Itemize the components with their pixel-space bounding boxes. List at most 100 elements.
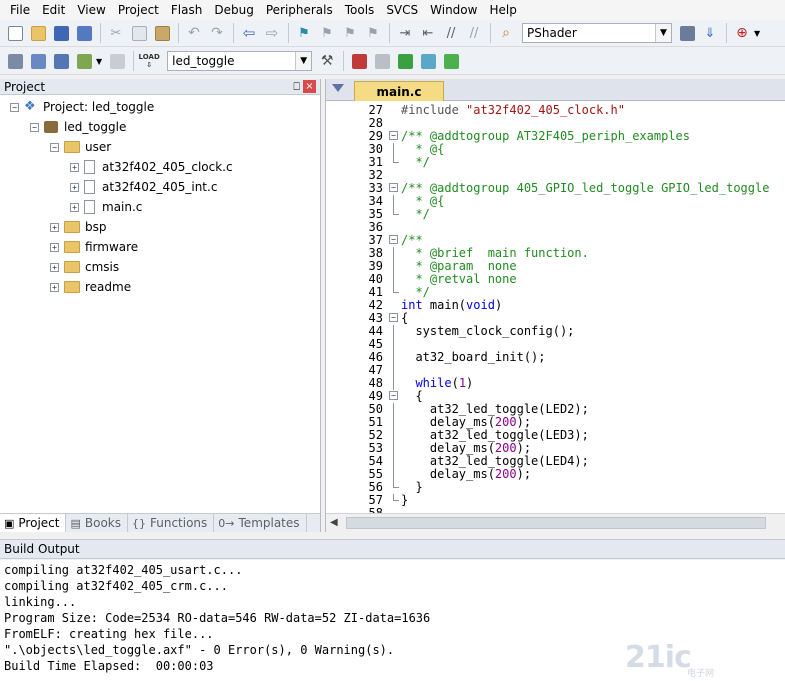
configure-button[interactable] bbox=[676, 22, 698, 44]
magnifier-icon: ⊕ bbox=[736, 25, 748, 41]
tree-item[interactable]: − user bbox=[50, 137, 111, 157]
indent-button[interactable]: ⇥ bbox=[394, 22, 416, 44]
insert-button[interactable]: ⇓ bbox=[699, 22, 721, 44]
tab-project[interactable]: ▣ Project bbox=[0, 514, 67, 532]
chevron-down-icon[interactable]: ▼ bbox=[295, 52, 312, 70]
tree-item[interactable]: + main.c bbox=[70, 197, 142, 217]
pack-installer-button[interactable] bbox=[394, 50, 416, 72]
next-bookmark-button[interactable]: ⚑ bbox=[339, 22, 361, 44]
new-file-button[interactable] bbox=[4, 22, 26, 44]
tree-item[interactable]: − ❖ Project: led_toggle bbox=[10, 97, 154, 117]
target-options-button[interactable]: ⚒ bbox=[316, 50, 338, 72]
code-area[interactable]: 27 #include "at32f402_405_clock.h" 28 29−/*… bbox=[326, 101, 785, 514]
expand-icon[interactable]: + bbox=[50, 262, 59, 272]
tab-books[interactable]: ▤ Books bbox=[66, 514, 128, 532]
close-icon[interactable]: × bbox=[303, 80, 316, 93]
fold-toggle-icon[interactable]: − bbox=[389, 235, 398, 244]
save-icon bbox=[53, 25, 69, 41]
fold-end-guide bbox=[393, 481, 399, 488]
tree-item[interactable]: + at32f402_405_int.c bbox=[70, 177, 217, 197]
tree-item[interactable]: + readme bbox=[50, 277, 131, 297]
menu-svcs[interactable]: SVCS bbox=[380, 0, 424, 20]
fold-toggle-icon[interactable]: − bbox=[389, 313, 398, 322]
pin-icon[interactable]: ⎕ bbox=[293, 80, 300, 94]
uncomment-icon: // bbox=[469, 25, 479, 41]
debug-view-button[interactable]: ⊕ bbox=[731, 22, 753, 44]
translate-button[interactable] bbox=[4, 50, 26, 72]
new-file-icon bbox=[7, 25, 23, 41]
stop-build-button[interactable] bbox=[106, 50, 128, 72]
undo-button[interactable]: ↶ bbox=[183, 22, 205, 44]
batch-build-button[interactable] bbox=[73, 50, 95, 72]
fold-toggle-icon[interactable]: − bbox=[389, 183, 398, 192]
nav-forward-button[interactable]: ⇨ bbox=[261, 22, 283, 44]
rebuild-button[interactable] bbox=[50, 50, 72, 72]
unindent-button[interactable]: ⇤ bbox=[417, 22, 439, 44]
file-extensions-button[interactable] bbox=[371, 50, 393, 72]
save-all-button[interactable] bbox=[73, 22, 95, 44]
scroll-left-icon[interactable]: ◀ bbox=[330, 517, 338, 528]
menu-file[interactable]: File bbox=[4, 0, 36, 20]
cut-icon: ✂ bbox=[110, 25, 122, 41]
fold-guide bbox=[393, 377, 394, 390]
menu-project[interactable]: Project bbox=[112, 0, 165, 20]
target-combo[interactable]: led_toggle ▼ bbox=[167, 51, 313, 71]
build-button[interactable] bbox=[27, 50, 49, 72]
nav-back-button[interactable]: ⇦ bbox=[238, 22, 260, 44]
fold-toggle-icon[interactable]: − bbox=[389, 131, 398, 140]
menu-peripherals[interactable]: Peripherals bbox=[260, 0, 339, 20]
download-button[interactable]: LOAD ⇩ bbox=[138, 50, 160, 72]
open-file-button[interactable] bbox=[27, 22, 49, 44]
chevron-down-icon[interactable]: ▼ bbox=[96, 57, 102, 66]
save-button[interactable] bbox=[50, 22, 72, 44]
fold-toggle-icon[interactable]: − bbox=[389, 391, 398, 400]
expand-icon[interactable]: + bbox=[70, 202, 79, 212]
folder-icon bbox=[64, 241, 80, 253]
tree-item[interactable]: − led_toggle bbox=[30, 117, 126, 137]
tree-item[interactable]: + cmsis bbox=[50, 257, 119, 277]
clear-bookmarks-button[interactable]: ⚑ bbox=[362, 22, 384, 44]
select-packs-button[interactable] bbox=[417, 50, 439, 72]
cut-button[interactable]: ✂ bbox=[105, 22, 127, 44]
bookmark-button[interactable]: ⚑ bbox=[293, 22, 315, 44]
paste-button[interactable] bbox=[151, 22, 173, 44]
tab-main-c[interactable]: main.c bbox=[354, 81, 444, 101]
menu-help[interactable]: Help bbox=[483, 0, 522, 20]
tab-functions[interactable]: {} Functions bbox=[128, 514, 215, 532]
expand-icon[interactable]: + bbox=[50, 282, 59, 292]
menu-flash[interactable]: Flash bbox=[165, 0, 208, 20]
tree-item[interactable]: + firmware bbox=[50, 237, 138, 257]
expand-icon[interactable]: + bbox=[50, 242, 59, 252]
manage-components-button[interactable] bbox=[348, 50, 370, 72]
collapse-icon[interactable]: − bbox=[50, 142, 59, 152]
expand-icon[interactable]: + bbox=[70, 162, 79, 172]
comment-button[interactable]: // bbox=[440, 22, 462, 44]
uncomment-button[interactable]: // bbox=[463, 22, 485, 44]
run-environment-button[interactable] bbox=[440, 50, 462, 72]
menu-window[interactable]: Window bbox=[424, 0, 483, 20]
redo-button[interactable]: ↷ bbox=[206, 22, 228, 44]
tab-menu-arrow-icon[interactable] bbox=[332, 84, 344, 92]
collapse-icon[interactable]: − bbox=[30, 122, 39, 132]
menu-view[interactable]: View bbox=[71, 0, 111, 20]
code-line: 40 * @retval none bbox=[326, 273, 785, 286]
menu-debug[interactable]: Debug bbox=[208, 0, 259, 20]
expand-icon[interactable]: + bbox=[50, 222, 59, 232]
scrollbar-thumb[interactable] bbox=[346, 517, 766, 529]
find-in-files-button[interactable]: ⌕ bbox=[495, 22, 517, 44]
chevron-down-icon[interactable]: ▼ bbox=[655, 24, 671, 42]
tree-item[interactable]: + bsp bbox=[50, 217, 107, 237]
tree-item[interactable]: + at32f402_405_clock.c bbox=[70, 157, 233, 177]
find-combo[interactable]: PShader ▼ bbox=[522, 23, 672, 43]
expand-icon[interactable]: + bbox=[70, 182, 79, 192]
prev-bookmark-button[interactable]: ⚑ bbox=[316, 22, 338, 44]
code-line: 27 #include "at32f402_405_clock.h" bbox=[326, 104, 785, 117]
menu-edit[interactable]: Edit bbox=[36, 0, 71, 20]
copy-button[interactable] bbox=[128, 22, 150, 44]
horizontal-scrollbar[interactable]: ◀ bbox=[326, 513, 785, 532]
chevron-down-icon[interactable]: ▼ bbox=[754, 29, 760, 38]
collapse-icon[interactable]: − bbox=[10, 102, 19, 112]
tab-templates[interactable]: 0→ Templates bbox=[214, 514, 307, 532]
code-line: 36 bbox=[326, 221, 785, 234]
menu-tools[interactable]: Tools bbox=[339, 0, 381, 20]
